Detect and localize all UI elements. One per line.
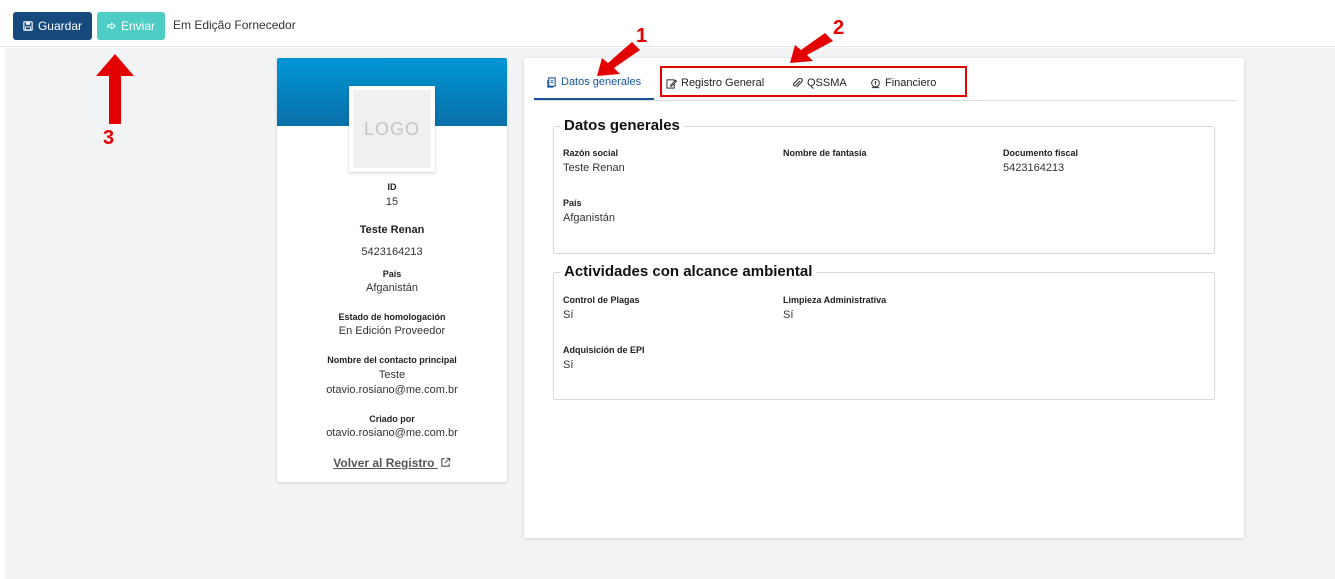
- epi-label: Adquisición de EPI: [563, 345, 645, 355]
- id-label: ID: [387, 182, 397, 192]
- limpieza-label: Limpieza Administrativa: [783, 295, 887, 305]
- pais-label: País: [563, 198, 582, 208]
- arrow-right-icon: [107, 22, 116, 30]
- back-to-registry-label: Volver al Registro: [333, 456, 435, 470]
- active-tab-indicator: [534, 98, 654, 100]
- general-data-section: Datos generales Razón social Teste Renan…: [553, 117, 1215, 254]
- razon-social-label: Razón social: [563, 148, 619, 158]
- external-link-icon: [441, 457, 450, 467]
- top-toolbar: Guardar Enviar Em Edição Fornecedor: [0, 0, 1335, 47]
- tab-datos-generales[interactable]: Datos generales: [546, 76, 641, 88]
- contact-name: Teste: [378, 369, 406, 381]
- homologation-value: En Edición Proveedor: [338, 325, 446, 337]
- section-title: Actividades con alcance ambiental: [560, 263, 817, 280]
- control-plagas-value: Sí: [563, 309, 574, 321]
- country-label: País: [382, 269, 402, 279]
- supplier-profile-card: LOGO ID 15 Teste Renan 5423164213 País A…: [277, 58, 507, 482]
- documento-fiscal-value: 5423164213: [1003, 162, 1065, 174]
- limpieza-value: Sí: [783, 309, 794, 321]
- annotation-number-3: 3: [103, 127, 115, 149]
- control-plagas-label: Control de Plagas: [563, 295, 640, 305]
- section-title: Datos generales: [560, 117, 684, 134]
- created-by-label: Criado por: [369, 414, 415, 424]
- back-to-registry-link[interactable]: Volver al Registro: [333, 456, 451, 470]
- homologation-label: Estado de homologación: [338, 312, 446, 322]
- logo-text: LOGO: [363, 118, 420, 139]
- documento-fiscal-label: Documento fiscal: [1003, 148, 1079, 158]
- razon-social-value: Teste Renan: [563, 162, 625, 174]
- annotation-number-2: 2: [833, 17, 845, 39]
- supplier-name: Teste Renan: [359, 224, 425, 236]
- save-button[interactable]: Guardar: [13, 12, 92, 40]
- send-button[interactable]: Enviar: [97, 12, 165, 40]
- save-button-label: Guardar: [37, 19, 82, 33]
- epi-value: Sí: [563, 359, 574, 371]
- contact-label: Nombre del contacto principal: [327, 355, 457, 365]
- supplier-fiscal: 5423164213: [361, 246, 423, 258]
- annotation-number-1: 1: [636, 25, 648, 47]
- nombre-fantasia-label: Nombre de fantasía: [783, 148, 867, 158]
- main-panel: Datos generales Registro General QSSMA F…: [524, 58, 1244, 538]
- id-value: 15: [385, 196, 399, 208]
- supplier-logo: LOGO: [349, 86, 435, 172]
- tab-label: Datos generales: [561, 76, 642, 88]
- annotation-highlight-box: [660, 66, 967, 97]
- country-value: Afganistán: [366, 282, 418, 294]
- pais-value: Afganistán: [563, 212, 615, 224]
- document-icon: [547, 76, 556, 88]
- contact-email: otavio.rosiano@me.com.br: [326, 384, 458, 396]
- status-text: Em Edição Fornecedor: [173, 18, 296, 32]
- created-by-value: otavio.rosiano@me.com.br: [326, 427, 458, 439]
- send-button-label: Enviar: [120, 19, 155, 33]
- floppy-disk-icon: [23, 21, 33, 31]
- environmental-activities-section: Actividades con alcance ambiental Contro…: [553, 263, 1215, 400]
